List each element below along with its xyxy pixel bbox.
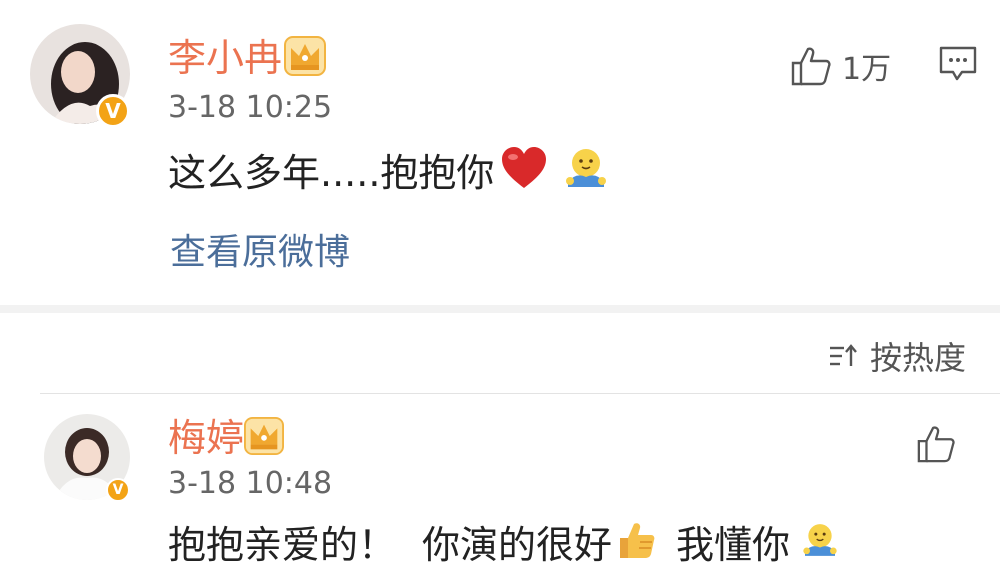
post-username[interactable]: 李小冉: [168, 36, 282, 80]
section-divider: [0, 305, 1000, 313]
reply-text-2: 你演的很好: [422, 522, 613, 567]
post-timestamp: 3-18 10:25: [168, 90, 333, 125]
sort-label: 按热度: [869, 339, 966, 377]
thumbs-up-icon: [917, 426, 955, 463]
sort-by-hot-button[interactable]: 按热度: [828, 333, 966, 379]
verified-badge-icon: V: [96, 94, 130, 128]
hug-emoji-icon: [562, 146, 610, 199]
post-text: 这么多年.....抱抱你: [168, 150, 495, 195]
heart-emoji-icon: [500, 146, 548, 199]
reply-like-button[interactable]: [916, 424, 956, 468]
comment-button[interactable]: [938, 44, 978, 88]
reply-content: 抱抱亲爱的！ 你演的很好 我懂你: [168, 518, 840, 571]
thumbs-up-icon: [791, 47, 831, 86]
reply-timestamp: 3-18 10:48: [168, 466, 333, 501]
divider: [40, 393, 1000, 394]
reply-text-1: 抱抱亲爱的！: [168, 522, 397, 567]
comment-icon: [939, 46, 977, 81]
weibo-post-card: V 李小冉 3-18 10:25 这么多年.....抱抱你 查看原微博 1万: [0, 0, 1000, 305]
like-button[interactable]: 1万: [790, 44, 891, 88]
reply-text-3: 我懂你: [676, 522, 791, 567]
crown-badge-icon: [244, 416, 284, 460]
reply-username[interactable]: 梅婷: [168, 416, 244, 460]
verified-badge-icon: V: [106, 478, 130, 502]
like-count: 1万: [842, 52, 892, 87]
post-content: 这么多年.....抱抱你: [168, 146, 610, 199]
view-original-link[interactable]: 查看原微博: [170, 232, 350, 274]
thumbs-up-emoji-icon: [614, 518, 658, 571]
crown-badge-icon: [284, 36, 326, 80]
hug-emoji-icon: [800, 520, 840, 569]
sort-icon: [829, 344, 857, 366]
